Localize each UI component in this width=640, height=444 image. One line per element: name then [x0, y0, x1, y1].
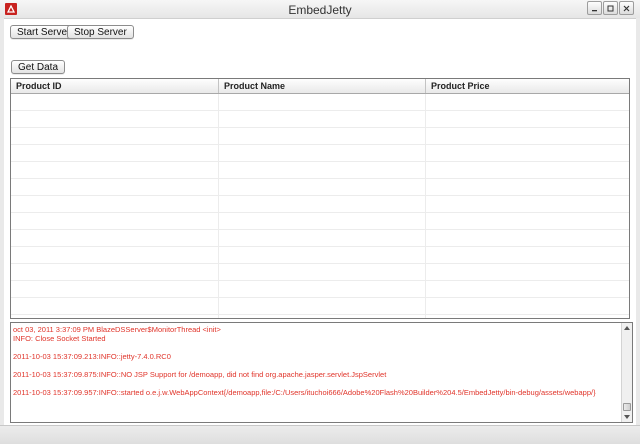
table-cell [219, 298, 426, 314]
table-cell [11, 128, 219, 144]
minimize-button[interactable] [587, 1, 602, 15]
table-row[interactable] [11, 264, 629, 281]
log-console[interactable]: oct 03, 2011 3:37:09 PM BlazeDSServer$Mo… [10, 322, 633, 423]
table-row[interactable] [11, 128, 629, 145]
table-cell [426, 196, 629, 212]
table-cell [219, 230, 426, 246]
table-cell [426, 94, 629, 110]
grid-header: Product ID Product Name Product Price [11, 79, 629, 94]
table-cell [219, 315, 426, 318]
table-cell [219, 179, 426, 195]
scroll-down-arrow[interactable] [622, 412, 632, 422]
title-bar: EmbedJetty [0, 0, 640, 19]
table-cell [219, 281, 426, 297]
table-cell [426, 145, 629, 161]
log-text-area: oct 03, 2011 3:37:09 PM BlazeDSServer$Mo… [13, 325, 613, 397]
table-cell [11, 162, 219, 178]
table-cell [426, 264, 629, 280]
table-row[interactable] [11, 111, 629, 128]
table-row[interactable] [11, 298, 629, 315]
stop-server-button[interactable]: Stop Server [67, 25, 134, 39]
table-cell [219, 128, 426, 144]
table-row[interactable] [11, 315, 629, 318]
table-cell [11, 247, 219, 263]
table-row[interactable] [11, 247, 629, 264]
log-scrollbar[interactable] [621, 323, 632, 422]
table-cell [219, 196, 426, 212]
table-cell [11, 196, 219, 212]
log-line: oct 03, 2011 3:37:09 PM BlazeDSServer$Mo… [13, 325, 221, 334]
table-cell [11, 145, 219, 161]
log-line: INFO: Close Socket Started [13, 334, 106, 343]
table-cell [426, 315, 629, 318]
maximize-icon [607, 5, 614, 11]
table-cell [11, 264, 219, 280]
window-title: EmbedJetty [288, 3, 352, 17]
close-button[interactable] [619, 1, 634, 15]
table-cell [11, 111, 219, 127]
table-cell [426, 213, 629, 229]
table-cell [11, 213, 219, 229]
product-data-grid[interactable]: Product ID Product Name Product Price [10, 78, 630, 319]
table-row[interactable] [11, 94, 629, 111]
column-header-product-name[interactable]: Product Name [219, 79, 426, 93]
log-line: 2011-10-03 15:37:09.213:INFO::jetty-7.4.… [13, 352, 171, 361]
table-row[interactable] [11, 179, 629, 196]
close-icon [623, 5, 630, 11]
table-cell [219, 247, 426, 263]
window-controls [587, 1, 634, 15]
table-row[interactable] [11, 281, 629, 298]
table-cell [426, 128, 629, 144]
grid-body [11, 94, 629, 318]
table-cell [219, 213, 426, 229]
scroll-thumb[interactable] [623, 403, 631, 411]
table-cell [11, 179, 219, 195]
scroll-up-arrow[interactable] [622, 323, 632, 333]
column-header-product-price[interactable]: Product Price [426, 79, 629, 93]
table-cell [11, 298, 219, 314]
table-row[interactable] [11, 162, 629, 179]
window-border-left [0, 18, 4, 438]
table-cell [219, 264, 426, 280]
table-cell [426, 247, 629, 263]
get-data-button[interactable]: Get Data [11, 60, 66, 74]
table-cell [219, 111, 426, 127]
table-cell [426, 281, 629, 297]
table-cell [426, 111, 629, 127]
log-line: 2011-10-03 15:37:09.875:INFO::NO JSP Sup… [13, 370, 387, 379]
table-row[interactable] [11, 196, 629, 213]
table-row[interactable] [11, 213, 629, 230]
table-cell [426, 179, 629, 195]
table-cell [426, 162, 629, 178]
table-cell [11, 94, 219, 110]
table-cell [426, 230, 629, 246]
window-border-right [636, 18, 640, 438]
table-cell [219, 145, 426, 161]
table-cell [426, 298, 629, 314]
chevron-up-icon [624, 326, 630, 330]
maximize-button[interactable] [603, 1, 618, 15]
minimize-icon [592, 9, 597, 11]
column-header-product-id[interactable]: Product ID [11, 79, 219, 93]
table-row[interactable] [11, 230, 629, 247]
chevron-down-icon [624, 415, 630, 419]
table-cell [11, 281, 219, 297]
log-line: 2011-10-03 15:37:09.957:INFO::started o.… [13, 388, 596, 397]
status-bar [0, 425, 640, 444]
table-cell [219, 162, 426, 178]
table-cell [219, 94, 426, 110]
table-cell [11, 230, 219, 246]
table-cell [11, 315, 219, 318]
table-row[interactable] [11, 145, 629, 162]
